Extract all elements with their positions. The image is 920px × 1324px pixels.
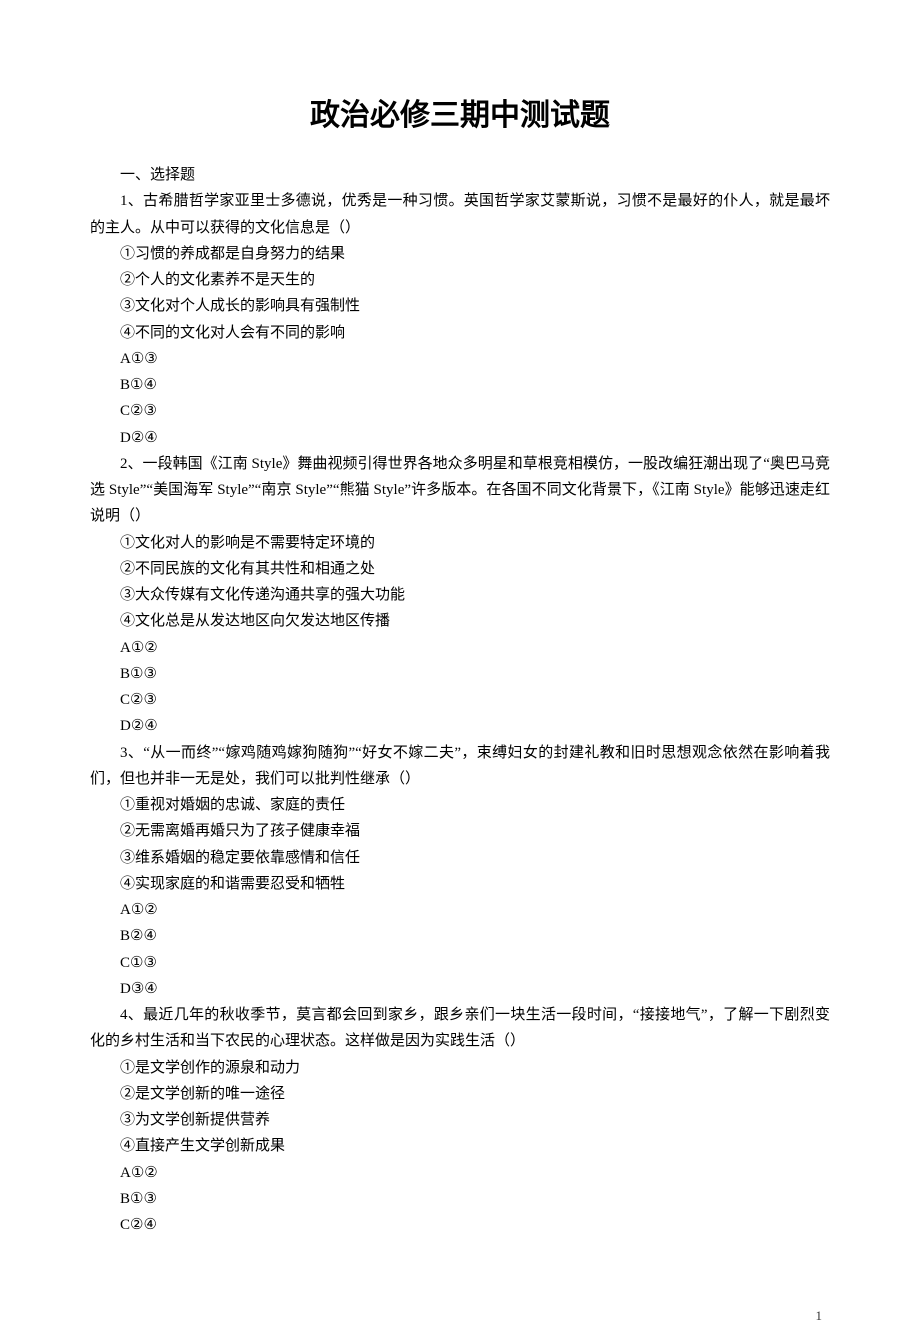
section-heading: 一、选择题 — [90, 162, 830, 188]
question-line: ③维系婚姻的稳定要依靠感情和信任 — [90, 845, 830, 871]
question-line: ②不同民族的文化有其共性和相通之处 — [90, 556, 830, 582]
question-line: ④不同的文化对人会有不同的影响 — [90, 320, 830, 346]
question-block: 1、古希腊哲学家亚里士多德说，优秀是一种习惯。英国哲学家艾蒙斯说，习惯不是最好的… — [90, 188, 830, 451]
page-number: 1 — [0, 1308, 920, 1324]
question-stem: 2、一段韩国《江南 Style》舞曲视频引得世界各地众多明星和草根竞相模仿，一股… — [90, 451, 830, 530]
option-c: C②④ — [90, 1212, 830, 1238]
question-line: ①习惯的养成都是自身努力的结果 — [90, 241, 830, 267]
document-title: 政治必修三期中测试题 — [90, 90, 830, 134]
option-a: A①② — [90, 1160, 830, 1186]
option-d: D②④ — [90, 713, 830, 739]
option-b: B①③ — [90, 661, 830, 687]
question-line: ④实现家庭的和谐需要忍受和牺牲 — [90, 871, 830, 897]
document-page: 政治必修三期中测试题 一、选择题 1、古希腊哲学家亚里士多德说，优秀是一种习惯。… — [0, 0, 920, 1278]
question-line: ③大众传媒有文化传递沟通共享的强大功能 — [90, 582, 830, 608]
option-b: B②④ — [90, 923, 830, 949]
option-c: C①③ — [90, 950, 830, 976]
question-line: ②个人的文化素养不是天生的 — [90, 267, 830, 293]
question-line: ④文化总是从发达地区向欠发达地区传播 — [90, 608, 830, 634]
option-b: B①③ — [90, 1186, 830, 1212]
question-line: ③为文学创新提供营养 — [90, 1107, 830, 1133]
option-c: C②③ — [90, 398, 830, 424]
question-line: ②无需离婚再婚只为了孩子健康幸福 — [90, 818, 830, 844]
question-line: ②是文学创新的唯一途径 — [90, 1081, 830, 1107]
option-c: C②③ — [90, 687, 830, 713]
option-d: D②④ — [90, 425, 830, 451]
question-block: 2、一段韩国《江南 Style》舞曲视频引得世界各地众多明星和草根竞相模仿，一股… — [90, 451, 830, 740]
question-stem: 3、“从一而终”“嫁鸡随鸡嫁狗随狗”“好女不嫁二夫”，束缚妇女的封建礼教和旧时思… — [90, 740, 830, 793]
question-line: ④直接产生文学创新成果 — [90, 1133, 830, 1159]
question-line: ①重视对婚姻的忠诚、家庭的责任 — [90, 792, 830, 818]
option-d: D③④ — [90, 976, 830, 1002]
option-a: A①③ — [90, 346, 830, 372]
question-block: 3、“从一而终”“嫁鸡随鸡嫁狗随狗”“好女不嫁二夫”，束缚妇女的封建礼教和旧时思… — [90, 740, 830, 1003]
question-stem: 1、古希腊哲学家亚里士多德说，优秀是一种习惯。英国哲学家艾蒙斯说，习惯不是最好的… — [90, 188, 830, 241]
question-block: 4、最近几年的秋收季节，莫言都会回到家乡，跟乡亲们一块生活一段时间，“接接地气”… — [90, 1002, 830, 1238]
option-b: B①④ — [90, 372, 830, 398]
option-a: A①② — [90, 897, 830, 923]
question-line: ①是文学创作的源泉和动力 — [90, 1055, 830, 1081]
question-line: ③文化对个人成长的影响具有强制性 — [90, 293, 830, 319]
question-stem: 4、最近几年的秋收季节，莫言都会回到家乡，跟乡亲们一块生活一段时间，“接接地气”… — [90, 1002, 830, 1055]
option-a: A①② — [90, 635, 830, 661]
question-line: ①文化对人的影响是不需要特定环境的 — [90, 530, 830, 556]
